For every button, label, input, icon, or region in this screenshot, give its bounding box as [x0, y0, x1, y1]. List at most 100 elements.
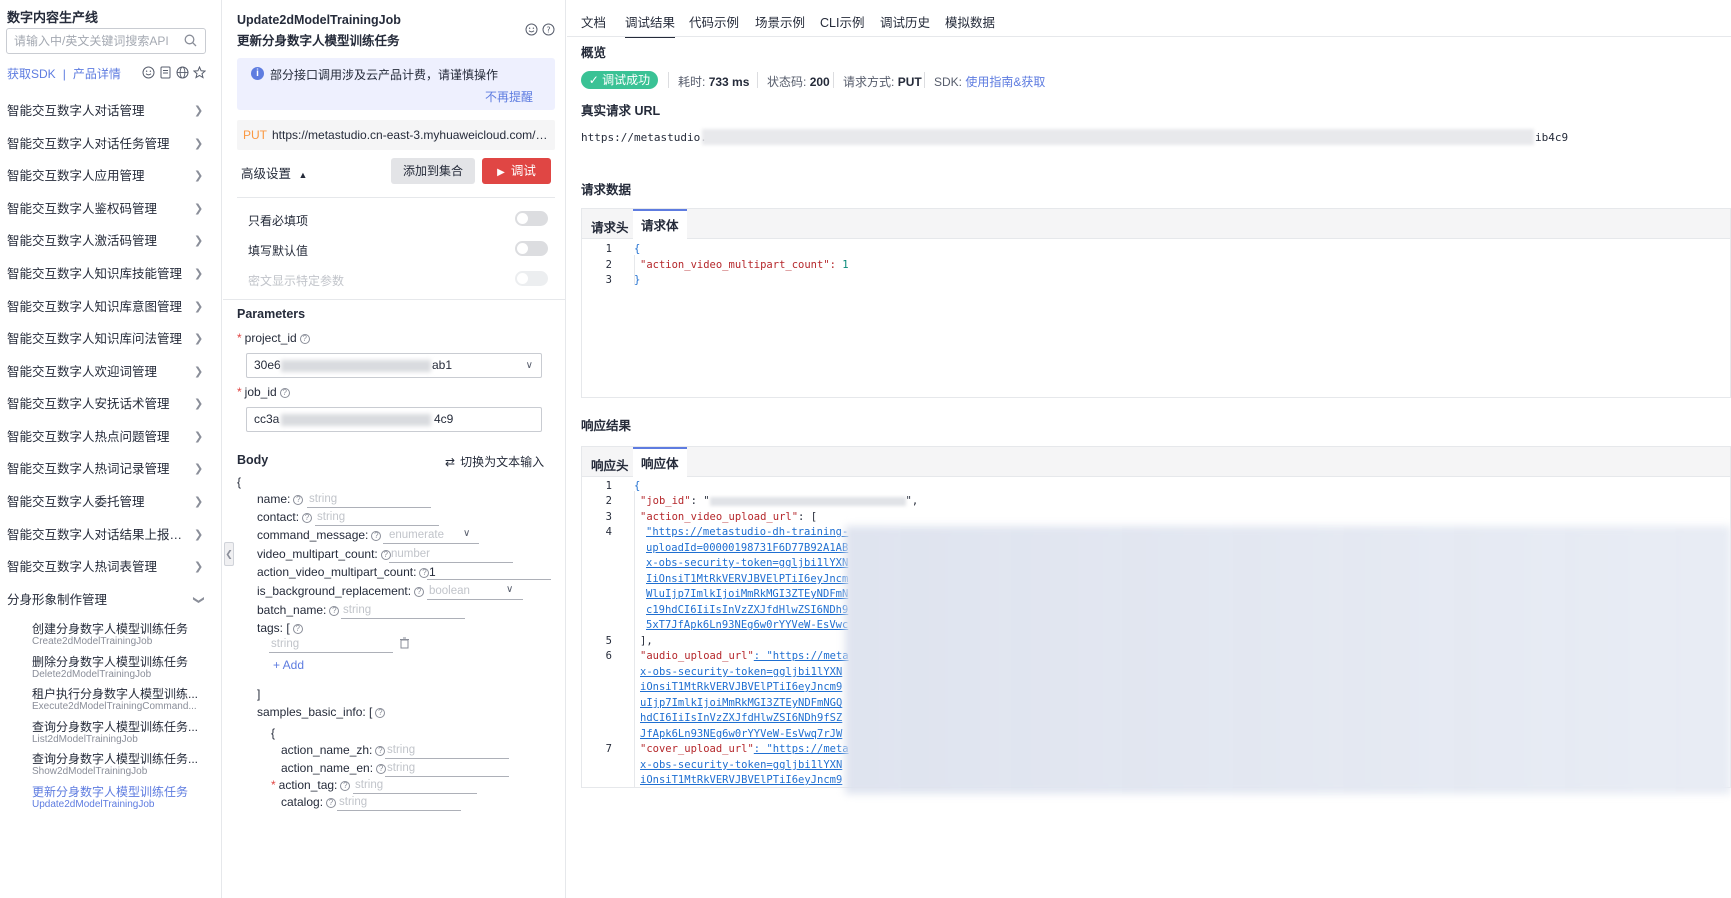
audio-url-link[interactable]: iOnsiT1MtRkVERVJBVElPTiI6eyJncm9 — [640, 681, 842, 693]
batch-name-input[interactable]: string — [343, 604, 371, 616]
debug-button[interactable]: ▶ 调试 — [482, 158, 551, 184]
help-icon[interactable]: ? — [376, 763, 387, 774]
help-icon[interactable]: ? — [292, 623, 303, 634]
status-badge: ✓ 调试成功 — [581, 71, 658, 89]
audio-url-link[interactable]: hdCI6IiIsInVzZXJfdHlwZSI6NDh9fSZ — [640, 712, 842, 724]
tag-item-input[interactable]: string — [271, 638, 299, 650]
sidebar-item-hot-word-record-management[interactable]: 智能交互数字人热词记录管理 ❯ — [0, 453, 222, 485]
collapse-sidebar-handle[interactable]: ❮ — [224, 542, 234, 566]
help-icon[interactable]: ? — [419, 567, 430, 578]
switch-to-text-input[interactable]: ⇄ 切换为文本输入 — [445, 453, 544, 470]
tab-scenario-examples[interactable]: 场景示例 — [755, 12, 805, 31]
video-multipart-count-input[interactable]: number — [391, 548, 430, 560]
tab-request-body[interactable]: 请求体 — [633, 209, 687, 239]
command-message-select[interactable]: enumerate — [389, 529, 444, 541]
help-icon[interactable]: ? — [340, 780, 351, 791]
job-id-input[interactable]: cc3a 4c9 — [246, 407, 542, 432]
globe-icon[interactable] — [176, 66, 189, 79]
tab-debug-history[interactable]: 调试历史 — [880, 12, 930, 31]
document-icon[interactable] — [159, 66, 172, 79]
sidebar-item-kb-question-management[interactable]: 智能交互数字人知识库问法管理 ❯ — [0, 323, 222, 355]
tab-code-examples[interactable]: 代码示例 — [689, 12, 739, 31]
add-tag-button[interactable]: + Add — [273, 658, 304, 672]
help-icon[interactable]: ? — [375, 707, 386, 718]
cover-url-link[interactable]: iOnsiT1MtRkVERVJBVElPTiI6eyJncm9 — [640, 774, 842, 786]
add-to-collection-button[interactable]: 添加到集合 — [391, 158, 475, 184]
sidebar-item-dialog-management[interactable]: 智能交互数字人对话管理 ❯ — [0, 95, 222, 127]
help-icon[interactable]: ? — [326, 797, 337, 808]
help-icon[interactable]: ? — [414, 586, 425, 597]
tab-debug-result[interactable]: 调试结果 — [625, 12, 676, 38]
tab-request-headers[interactable]: 请求头 — [591, 217, 629, 236]
sidebar-subitem-list-jobs[interactable]: 查询分身数字人模型训练任务... List2dModelTrainingJob — [32, 720, 212, 745]
upload-url-link[interactable]: IiOnsiT1MtRkVERVJBVElPTiI6eyJncm — [646, 573, 848, 585]
sdk-guide-link[interactable]: 使用指南&获取 — [965, 75, 1045, 89]
sidebar-subitem-update-job[interactable]: 更新分身数字人模型训练任务 Update2dModelTrainingJob — [32, 785, 212, 810]
tab-docs[interactable]: 文档 — [581, 12, 606, 31]
help-icon[interactable]: ? — [329, 605, 340, 616]
smile-icon[interactable] — [525, 23, 538, 36]
fill-default-toggle[interactable] — [515, 241, 548, 256]
star-icon[interactable] — [193, 66, 206, 79]
search-icon[interactable] — [184, 34, 197, 50]
help-icon[interactable]: ? — [279, 387, 290, 398]
upload-url-link[interactable]: c19hdCI6IiIsInVzZXJfdHlwZSI6NDh9 — [646, 604, 848, 616]
api-search-box[interactable] — [6, 28, 206, 54]
contact-input[interactable]: string — [317, 511, 345, 523]
name-input[interactable]: string — [309, 493, 337, 505]
sidebar-item-dialog-task-management[interactable]: 智能交互数字人对话任务管理 ❯ — [0, 128, 222, 160]
sidebar-item-result-report-config[interactable]: 智能交互数字人对话结果上报配置... ❯ — [0, 519, 222, 551]
tab-mock-data[interactable]: 模拟数据 — [945, 12, 995, 31]
sidebar-item-kb-skill-management[interactable]: 智能交互数字人知识库技能管理 ❯ — [0, 258, 222, 290]
sidebar-item-app-management[interactable]: 智能交互数字人应用管理 ❯ — [0, 160, 222, 192]
help-icon[interactable]: ? — [375, 745, 386, 756]
sidebar-item-comfort-management[interactable]: 智能交互数字人安抚话术管理 ❯ — [0, 388, 222, 420]
upload-url-link[interactable]: uploadId=00000198731F6D77B92A1AB — [646, 542, 848, 554]
sidebar-item-hot-question-management[interactable]: 智能交互数字人热点问题管理 ❯ — [0, 421, 222, 453]
upload-url-link[interactable]: 5xT7JfApk6Ln93NEg6w0rYYVeW-EsVwc — [646, 619, 848, 631]
help-icon[interactable]: ? — [380, 549, 391, 560]
smile-icon[interactable] — [142, 66, 155, 79]
tab-response-headers[interactable]: 响应头 — [591, 455, 629, 474]
cover-url-link[interactable]: x-obs-security-token=ggljbi1lYXN — [640, 759, 842, 771]
upload-url-link[interactable]: "https://metastudio-dh-training- — [646, 526, 848, 538]
tab-cli-examples[interactable]: CLI示例 — [820, 12, 864, 31]
upload-url-link[interactable]: WluIjp7ImlkIjoiMmRkMGI3ZTEyNDFmN — [646, 588, 848, 600]
project-id-select[interactable]: 30e6 ab1 ∨ — [246, 353, 542, 378]
advanced-settings-toggle[interactable]: 高级设置 ▲ — [241, 163, 307, 182]
dismiss-notice-link[interactable]: 不再提醒 — [485, 88, 533, 105]
overview-title: 概览 — [581, 46, 607, 60]
tab-response-body[interactable]: 响应体 — [633, 447, 687, 477]
help-icon[interactable]: ? — [299, 333, 310, 344]
product-details-link[interactable]: 产品详情 — [73, 67, 121, 81]
sidebar-item-auth-code-management[interactable]: 智能交互数字人鉴权码管理 ❯ — [0, 193, 222, 225]
help-icon[interactable]: ? — [542, 23, 555, 36]
get-sdk-link[interactable]: 获取SDK — [7, 67, 56, 81]
audio-url-link[interactable]: uIjp7ImlkIjoiMmRkMGI3ZTEyNDFmNGQ — [640, 697, 842, 709]
audio-url-link[interactable]: JfApk6Ln93NEg6w0rYYVeW-EsVwq7rJW — [640, 728, 842, 740]
catalog-input[interactable]: string — [339, 796, 367, 808]
action-name-en-input[interactable]: string — [387, 762, 415, 774]
sidebar-item-kb-intent-management[interactable]: 智能交互数字人知识库意图管理 ❯ — [0, 291, 222, 323]
action-tag-input[interactable]: string — [355, 779, 383, 791]
help-icon[interactable]: ? — [371, 530, 382, 541]
sidebar-item-welcome-management[interactable]: 智能交互数字人欢迎词管理 ❯ — [0, 356, 222, 388]
is-background-replacement-select[interactable]: boolean — [429, 585, 470, 597]
sidebar-group-avatar-production[interactable]: 分身形象制作管理 ❯ — [0, 584, 222, 616]
help-icon[interactable]: ? — [302, 512, 313, 523]
sidebar-subitem-show-job[interactable]: 查询分身数字人模型训练任务... Show2dModelTrainingJob — [32, 752, 212, 777]
help-icon[interactable]: ? — [293, 494, 304, 505]
action-video-multipart-count-input[interactable]: 1 — [429, 565, 436, 579]
required-only-toggle[interactable] — [515, 211, 548, 226]
sidebar-item-activation-code-management[interactable]: 智能交互数字人激活码管理 ❯ — [0, 225, 222, 257]
sidebar-item-hot-word-table-management[interactable]: 智能交互数字人热词表管理 ❯ — [0, 551, 222, 583]
trash-icon[interactable] — [399, 637, 410, 652]
sidebar-item-delegation-management[interactable]: 智能交互数字人委托管理 ❯ — [0, 486, 222, 518]
api-search-input[interactable] — [7, 29, 177, 53]
upload-url-link[interactable]: x-obs-security-token=ggljbi1lYXN — [646, 557, 848, 569]
action-name-zh-input[interactable]: string — [387, 744, 415, 756]
sidebar-subitem-delete-job[interactable]: 删除分身数字人模型训练任务 Delete2dModelTrainingJob — [32, 655, 212, 680]
sidebar-subitem-create-job[interactable]: 创建分身数字人模型训练任务 Create2dModelTrainingJob — [32, 622, 212, 647]
sidebar-subitem-execute-command[interactable]: 租户执行分身数字人模型训练... Execute2dModelTrainingCo… — [32, 687, 212, 712]
audio-url-link[interactable]: x-obs-security-token=ggljbi1lYXN — [640, 666, 842, 678]
